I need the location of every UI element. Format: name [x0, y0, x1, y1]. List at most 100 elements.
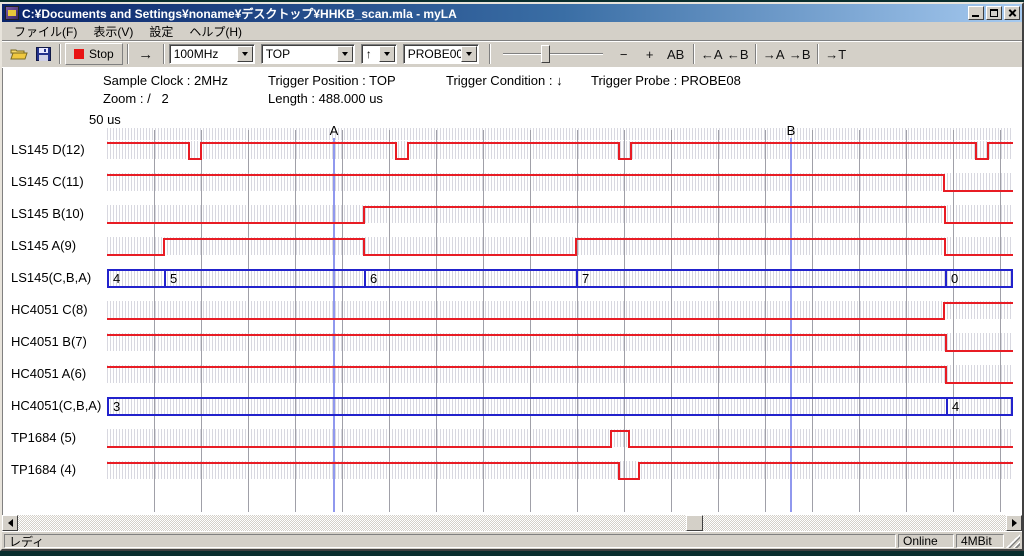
length-info: Length : 488.000 us — [268, 91, 383, 106]
menu-item[interactable]: ファイル(F) — [6, 21, 85, 42]
app-icon — [5, 6, 19, 20]
sample-clock-value: 100MHz — [170, 47, 237, 61]
slider-track — [503, 53, 603, 55]
maximize-button[interactable] — [986, 6, 1002, 20]
stop-square-icon — [74, 49, 84, 59]
toolbar-separator — [693, 44, 695, 64]
trigger-position-value: TOP — [262, 47, 337, 61]
toolbar-nav-button[interactable]: →T — [823, 43, 849, 65]
toolbar-separator — [163, 44, 165, 64]
bus-value: 6 — [370, 271, 377, 286]
chevron-down-icon[interactable] — [379, 46, 395, 62]
waveform-channel — [107, 207, 1013, 223]
toolbar: Stop → 100MHz TOP ↑ PROBE00 — [2, 41, 1022, 68]
bus-value: 4 — [952, 399, 959, 414]
scroll-left-button[interactable] — [2, 515, 18, 531]
channel-label: HC4051 B(7) — [11, 334, 87, 350]
stop-button[interactable]: Stop — [65, 43, 123, 65]
toolbar-nav-button[interactable]: + — [637, 43, 663, 65]
channel-label: LS145 A(9) — [11, 238, 76, 254]
zoom-info: Zoom : / 2 — [103, 91, 169, 106]
status-online: Online — [898, 534, 954, 548]
bus-value: 5 — [170, 271, 177, 286]
bus-value: 7 — [582, 271, 589, 286]
channel-label: LS145 D(12) — [11, 142, 85, 158]
scroll-right-button[interactable] — [1006, 515, 1022, 531]
marker-label: A — [330, 124, 339, 138]
channel-label: LS145 B(10) — [11, 206, 84, 222]
channel-label: TP1684 (5) — [11, 430, 76, 446]
sample-clock-info: Sample Clock : 2MHz — [103, 73, 228, 88]
window-title: C:¥Documents and Settings¥noname¥デスクトップ¥… — [22, 5, 964, 22]
close-button[interactable] — [1004, 6, 1020, 20]
bus-value: 0 — [951, 271, 958, 286]
minimize-button[interactable] — [968, 6, 984, 20]
channel-label: HC4051(C,B,A) — [11, 398, 101, 414]
slider-thumb[interactable] — [541, 45, 550, 63]
marker-nav-buttons: −+AB ←A←B →A→B →T — [611, 43, 849, 65]
arrow-right-icon: → — [138, 46, 153, 63]
run-button[interactable]: → — [133, 43, 159, 65]
desktop-background: C:¥Documents and Settings¥noname¥デスクトップ¥… — [0, 0, 1024, 556]
waveform-svg: A B 4 5 6 7 0 3 4 — [107, 124, 1013, 512]
toolbar-nav-button[interactable]: →A — [761, 43, 787, 65]
toolbar-nav-button[interactable]: − — [611, 43, 637, 65]
horizontal-scrollbar[interactable] — [2, 515, 1022, 531]
toolbar-separator — [59, 44, 61, 64]
trigger-probe-info: Trigger Probe : PROBE08 — [591, 73, 741, 88]
waveform-channel — [107, 303, 1013, 319]
status-memory: 4MBit — [956, 534, 1004, 548]
waveform-channel — [107, 431, 1013, 447]
scrollbar-thumb[interactable] — [686, 515, 703, 531]
waveform-channel — [107, 175, 1013, 191]
zoom-slider[interactable] — [503, 44, 603, 64]
app-window: C:¥Documents and Settings¥noname¥デスクトップ¥… — [0, 2, 1024, 551]
triangle-left-icon — [8, 519, 13, 527]
chevron-down-icon[interactable] — [337, 46, 353, 62]
trigger-edge-combo[interactable]: ↑ — [361, 44, 397, 64]
toolbar-separator — [817, 44, 819, 64]
floppy-icon — [36, 47, 51, 61]
triangle-right-icon — [1012, 519, 1017, 527]
title-bar[interactable]: C:¥Documents and Settings¥noname¥デスクトップ¥… — [2, 4, 1022, 22]
toolbar-nav-button[interactable]: ←B — [725, 43, 751, 65]
toolbar-nav-button[interactable]: AB — [663, 43, 689, 65]
chevron-down-icon[interactable] — [461, 46, 477, 62]
trigger-probe-value: PROBE00 — [404, 47, 461, 61]
toolbar-separator — [127, 44, 129, 64]
trigger-edge-value: ↑ — [362, 47, 379, 61]
waveform-channel — [107, 335, 1013, 351]
toolbar-nav-button[interactable]: ←A — [699, 43, 725, 65]
resize-grip[interactable] — [1006, 534, 1020, 548]
waveform-plot[interactable]: A B 4 5 6 7 0 3 4 — [107, 124, 1013, 512]
menu-item[interactable]: 設定 — [141, 21, 181, 42]
trigger-position-combo[interactable]: TOP — [261, 44, 355, 64]
channel-label: HC4051 C(8) — [11, 302, 88, 318]
menu-item[interactable]: 表示(V) — [85, 21, 141, 42]
channel-label: LS145(C,B,A) — [11, 270, 91, 286]
open-folder-icon — [10, 47, 28, 61]
save-button[interactable] — [32, 43, 55, 65]
bus-value: 4 — [113, 271, 120, 286]
sample-clock-combo[interactable]: 100MHz — [169, 44, 255, 64]
trigger-probe-combo[interactable]: PROBE00 — [403, 44, 479, 64]
open-button[interactable] — [6, 43, 32, 65]
toolbar-nav-button[interactable]: →B — [787, 43, 813, 65]
stop-label: Stop — [89, 47, 114, 61]
marker-label: B — [787, 124, 796, 138]
waveform-channel — [107, 143, 1013, 159]
channel-label: TP1684 (4) — [11, 462, 76, 478]
trigger-position-info: Trigger Position : TOP — [268, 73, 396, 88]
menu-item[interactable]: ヘルプ(H) — [181, 21, 250, 42]
status-ready: レディ — [4, 534, 896, 548]
toolbar-separator — [755, 44, 757, 64]
menu-bar: ファイル(F)表示(V)設定ヘルプ(H) — [2, 22, 1022, 41]
channel-label: HC4051 A(6) — [11, 366, 86, 382]
bus-value: 3 — [113, 399, 120, 414]
chevron-down-icon[interactable] — [237, 46, 253, 62]
trigger-condition-info: Trigger Condition : ↓ — [446, 73, 563, 88]
waveform-client-area: Sample Clock : 2MHz Trigger Position : T… — [2, 68, 1022, 515]
status-bar: レディ Online 4MBit — [2, 531, 1022, 549]
waveform-channel — [107, 367, 1013, 383]
waveform-channel — [107, 463, 1013, 479]
